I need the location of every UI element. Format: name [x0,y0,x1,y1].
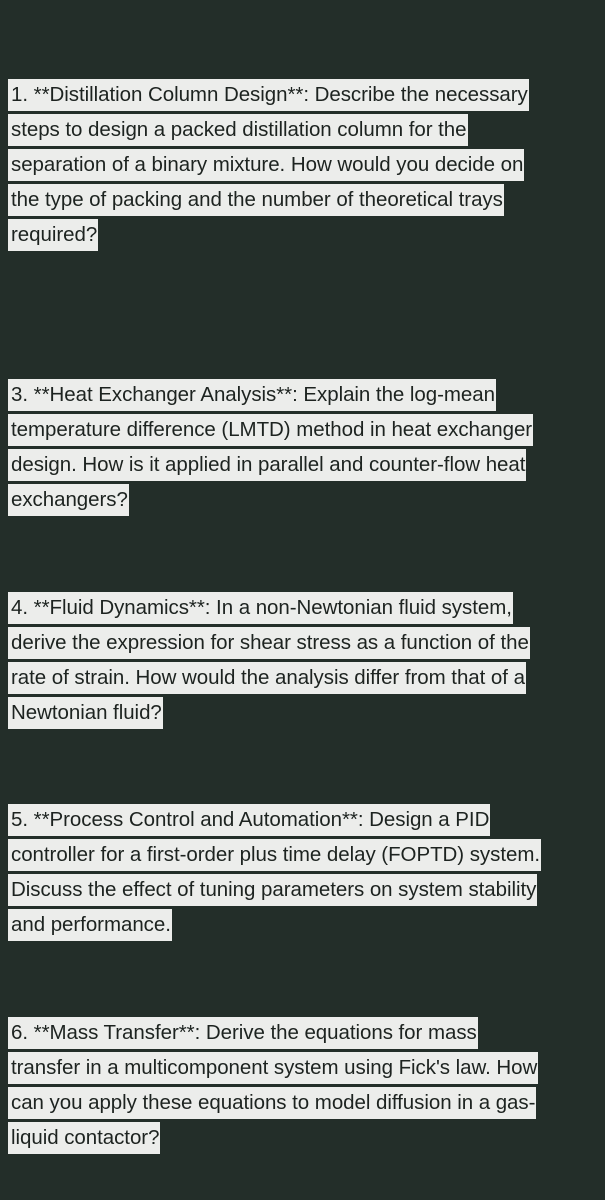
highlighted-text: Newtonian fluid? [8,697,163,729]
highlighted-text: 3. **Heat Exchanger Analysis**: Explain … [8,379,496,411]
screenshot-page: 1. **Distillation Column Design**: Descr… [0,0,605,1200]
highlighted-text: exchangers? [8,484,129,516]
text-line: transfer in a multicomponent system usin… [8,1052,597,1084]
text-line: 5. **Process Control and Automation**: D… [8,804,597,836]
highlighted-text: steps to design a packed distillation co… [8,114,468,146]
text-line: and performance. [8,909,597,941]
highlighted-text: design. How is it applied in parallel an… [8,449,527,481]
text-line: temperature difference (LMTD) method in … [8,414,597,446]
highlighted-text: 5. **Process Control and Automation**: D… [8,804,491,836]
highlighted-text: the type of packing and the number of th… [8,184,504,216]
highlighted-text: and performance. [8,909,172,941]
text-line: 4. **Fluid Dynamics**: In a non-Newtonia… [8,592,597,624]
text-line: can you apply these equations to model d… [8,1087,597,1119]
highlighted-text: derive the expression for shear stress a… [8,627,530,659]
text-line: separation of a binary mixture. How woul… [8,149,597,181]
text-line: Discuss the effect of tuning parameters … [8,874,597,906]
highlighted-text: 4. **Fluid Dynamics**: In a non-Newtonia… [8,592,513,624]
highlighted-text: transfer in a multicomponent system usin… [8,1052,539,1084]
highlighted-text: can you apply these equations to model d… [8,1087,537,1119]
text-line: 3. **Heat Exchanger Analysis**: Explain … [8,379,597,411]
highlighted-text: 1. **Distillation Column Design**: Descr… [8,79,529,111]
text-line: 1. **Distillation Column Design**: Descr… [8,79,597,111]
text-block-question-6: 6. **Mass Transfer**: Derive the equatio… [8,1017,597,1157]
text-line: 6. **Mass Transfer**: Derive the equatio… [8,1017,597,1049]
text-line: derive the expression for shear stress a… [8,627,597,659]
highlighted-text: temperature difference (LMTD) method in … [8,414,534,446]
highlighted-text: liquid contactor? [8,1122,161,1154]
text-line: steps to design a packed distillation co… [8,114,597,146]
text-block-question-4: 4. **Fluid Dynamics**: In a non-Newtonia… [8,592,597,732]
text-line: Newtonian fluid? [8,697,597,729]
text-block-question-1: 1. **Distillation Column Design**: Descr… [8,79,597,254]
text-line: controller for a first-order plus time d… [8,839,597,871]
highlighted-text: rate of strain. How would the analysis d… [8,662,526,694]
text-line: required? [8,219,597,251]
text-block-question-5: 5. **Process Control and Automation**: D… [8,804,597,944]
text-line: exchangers? [8,484,597,516]
text-line: design. How is it applied in parallel an… [8,449,597,481]
highlighted-text: required? [8,219,99,251]
text-line: rate of strain. How would the analysis d… [8,662,597,694]
text-line: liquid contactor? [8,1122,597,1154]
highlighted-text: controller for a first-order plus time d… [8,839,541,871]
text-block-question-3: 3. **Heat Exchanger Analysis**: Explain … [8,379,597,519]
highlighted-text: 6. **Mass Transfer**: Derive the equatio… [8,1017,478,1049]
text-line: the type of packing and the number of th… [8,184,597,216]
highlighted-text: separation of a binary mixture. How woul… [8,149,525,181]
highlighted-text: Discuss the effect of tuning parameters … [8,874,538,906]
